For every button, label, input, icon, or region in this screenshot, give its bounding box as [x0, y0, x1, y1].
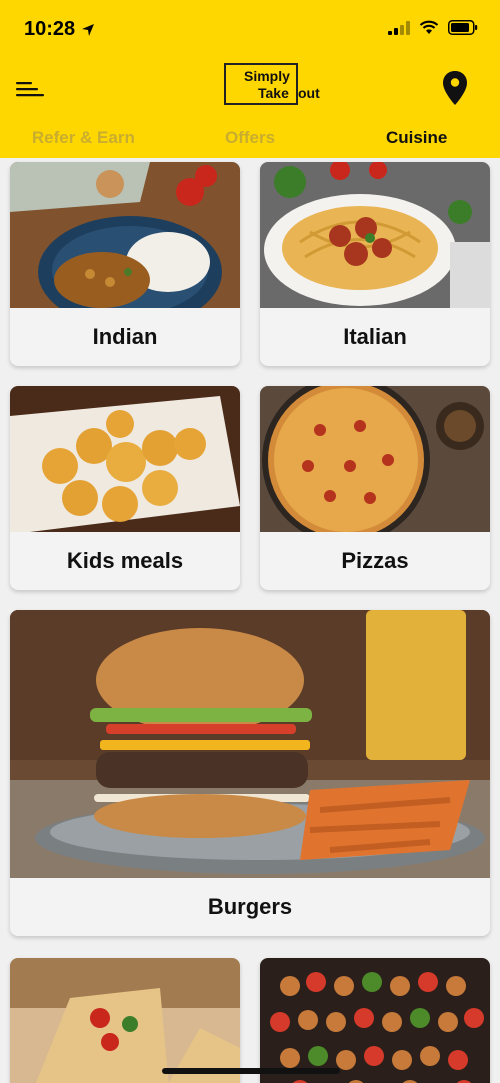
app-logo: Simply Take out — [224, 63, 324, 107]
menu-icon — [16, 82, 44, 97]
cuisine-card-kids-meals[interactable]: Kids meals — [10, 386, 240, 590]
status-icons — [388, 20, 478, 35]
location-arrow-icon — [82, 23, 95, 36]
cuisine-label-kids-meals: Kids meals — [66, 548, 184, 573]
cuisine-card-indian[interactable]: Indian — [10, 162, 240, 366]
cuisine-card-burgers[interactable]: Burgers — [10, 610, 490, 936]
signal-icon — [388, 20, 410, 35]
logo-text-simply: Simply — [244, 68, 290, 84]
tab-cuisine[interactable]: Cuisine — [333, 118, 500, 158]
app-bar: Simply Take out — [0, 60, 500, 118]
home-indicator[interactable] — [162, 1068, 340, 1074]
cuisine-label-italian: Italian — [343, 324, 407, 349]
indian-food-image — [10, 162, 240, 308]
wraps-image — [10, 958, 240, 1083]
logo-text-out: out — [298, 85, 320, 101]
location-pin-icon — [443, 71, 467, 105]
battery-icon — [448, 20, 478, 35]
italian-food-image — [260, 162, 490, 308]
app-header: 10:28 Simply Take out Refer & Earn Offer… — [0, 0, 500, 158]
time-text: 10:28 — [24, 18, 76, 40]
cuisine-label-burgers: Burgers — [207, 894, 293, 919]
cuisine-label-pizzas: Pizzas — [341, 548, 409, 573]
menu-button[interactable] — [14, 74, 46, 104]
cuisine-card-wraps[interactable] — [10, 958, 240, 1083]
cuisine-card-italian[interactable]: Italian — [260, 162, 490, 366]
kebabs-image — [260, 958, 490, 1083]
status-time: 10:28 — [24, 18, 95, 41]
location-button[interactable] — [442, 70, 468, 106]
wifi-icon — [419, 20, 439, 34]
burgers-image — [10, 610, 490, 878]
cuisine-label-indian: Indian — [92, 324, 158, 349]
pizzas-image — [260, 386, 490, 532]
cuisine-card-pizzas[interactable]: Pizzas — [260, 386, 490, 590]
tab-bar: Refer & Earn Offers Cuisine — [0, 118, 500, 158]
logo-text-take: Take — [258, 85, 289, 101]
tab-offers[interactable]: Offers — [167, 118, 334, 158]
cuisine-card-kebabs[interactable] — [260, 958, 490, 1083]
status-bar: 10:28 — [0, 0, 500, 60]
kids-meals-image — [10, 386, 240, 532]
tab-refer-earn[interactable]: Refer & Earn — [0, 118, 167, 158]
